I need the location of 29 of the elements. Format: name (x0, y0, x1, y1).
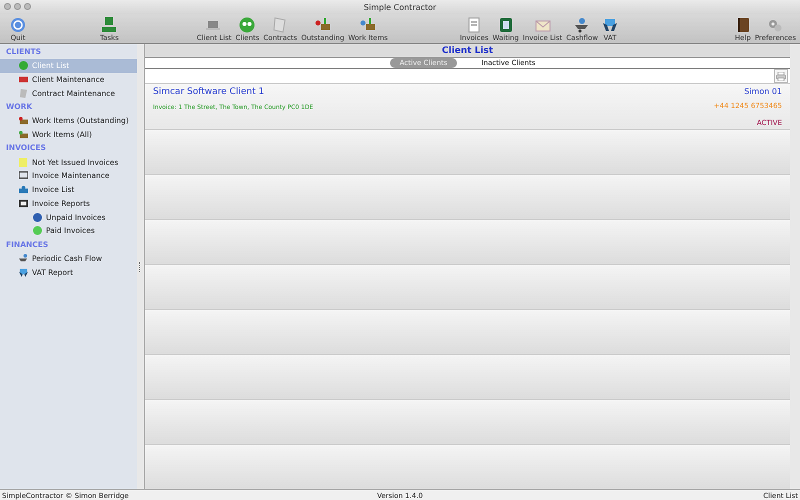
splitter-handle[interactable] (139, 262, 142, 272)
ledger-icon (498, 17, 514, 33)
basket-icon (360, 17, 376, 33)
client-name: Simcar Software Client 1 (153, 87, 266, 99)
contact-name: Simon 01 (743, 87, 782, 98)
monitor-icon (19, 171, 28, 180)
print-button[interactable] (774, 69, 788, 83)
people-icon (239, 17, 256, 33)
page-title: Client List (442, 46, 494, 56)
report-icon (19, 198, 28, 208)
hands-icon (19, 268, 28, 277)
basket-icon (19, 130, 28, 140)
basket-icon (19, 116, 28, 126)
gears-icon (767, 17, 784, 33)
minimize-button[interactable] (14, 3, 21, 10)
window-title: Simple Contractor (364, 2, 436, 12)
close-button[interactable] (4, 3, 11, 10)
note-icon (19, 158, 28, 167)
paper-icon (19, 88, 28, 98)
circle-icon (33, 226, 42, 236)
card-icon (19, 75, 28, 84)
quit-icon (10, 17, 26, 33)
tray-icon (19, 185, 28, 194)
basket-icon (314, 17, 331, 33)
circle-icon (33, 212, 42, 222)
zoom-button[interactable] (24, 3, 31, 10)
paper-icon (272, 17, 288, 33)
hands-icon (602, 17, 618, 33)
document-icon (466, 17, 482, 33)
